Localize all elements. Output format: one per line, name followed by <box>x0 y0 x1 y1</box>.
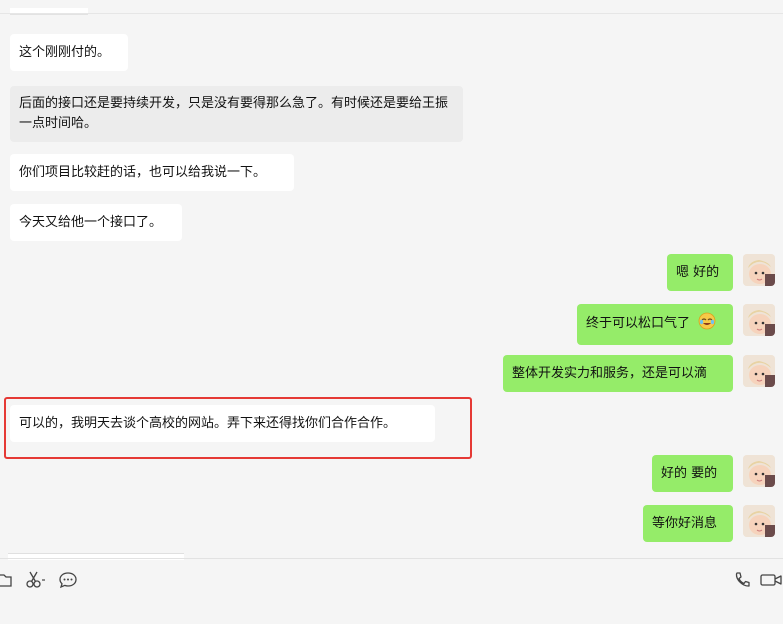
baby-avatar-icon <box>743 505 775 537</box>
message-text: 嗯 好的 <box>676 265 720 280</box>
message-text: 终于可以松口气了 <box>586 316 691 331</box>
avatar[interactable] <box>743 455 775 487</box>
phone-icon[interactable] <box>733 570 751 590</box>
baby-avatar-icon <box>743 304 775 336</box>
avatar[interactable] <box>743 304 775 336</box>
input-divider <box>0 558 783 559</box>
message-text: 后面的接口还是要持续开发，只是没有要得那么急了。有时候还是要给王振一点时间哈。 <box>19 96 449 131</box>
message-bubble-self[interactable]: 整体开发实力和服务，还是可以滴 <box>503 355 733 392</box>
message-bubble[interactable]: 你们项目比较赶的话，也可以给我说一下。 <box>10 154 294 191</box>
chat-bubble-icon[interactable] <box>58 570 78 590</box>
avatar[interactable] <box>743 254 775 286</box>
message-text: 今天又给他一个接口了。 <box>19 215 163 230</box>
scissors-icon[interactable] <box>26 570 46 590</box>
avatar[interactable] <box>743 355 775 387</box>
message-text: 整体开发实力和服务，还是可以滴 <box>512 366 708 381</box>
baby-avatar-icon <box>743 254 775 286</box>
message-bubble-self[interactable]: 等你好消息 <box>643 505 733 542</box>
laughing-tears-emoji-icon <box>698 312 716 337</box>
message-text: 好的 要的 <box>661 466 718 481</box>
avatar[interactable] <box>743 505 775 537</box>
video-call-icon[interactable] <box>759 570 783 590</box>
chat-window: 这个刚刚付的。 后面的接口还是要持续开发，只是没有要得那么急了。有时候还是要给王… <box>0 0 783 624</box>
message-bubble-self[interactable]: 终于可以松口气了 <box>577 304 733 345</box>
baby-avatar-icon <box>743 455 775 487</box>
top-divider <box>0 13 783 14</box>
highlight-annotation-box <box>4 397 472 459</box>
message-bubble[interactable]: 这个刚刚付的。 <box>10 34 128 71</box>
message-text: 等你好消息 <box>652 516 718 531</box>
message-bubble-self[interactable]: 嗯 好的 <box>667 254 733 291</box>
message-text: 你们项目比较赶的话，也可以给我说一下。 <box>19 165 267 180</box>
message-bubble[interactable]: 今天又给他一个接口了。 <box>10 204 182 241</box>
baby-avatar-icon <box>743 355 775 387</box>
message-bubble-self[interactable]: 好的 要的 <box>652 455 733 492</box>
folder-icon[interactable] <box>0 570 12 590</box>
message-bubble[interactable]: 后面的接口还是要持续开发，只是没有要得那么急了。有时候还是要给王振一点时间哈。 <box>10 86 463 142</box>
message-text: 这个刚刚付的。 <box>19 45 111 60</box>
